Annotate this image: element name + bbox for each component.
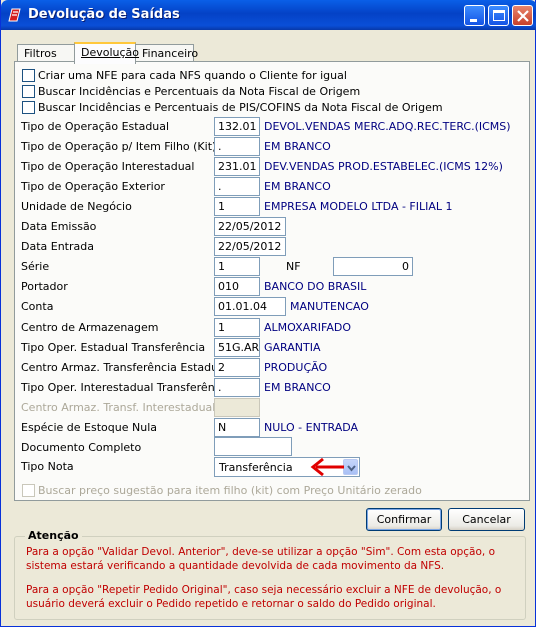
tipo-op-interestadual-label: Tipo de Operação Interestadual [21,160,195,173]
conta-label: Conta [21,300,54,313]
nf-input[interactable]: 0 [333,257,413,276]
dialog-window: Devolução de Saídas Filtros Devolução Fi… [0,0,536,627]
buscar-pis-cofins-checkbox[interactable] [22,101,35,114]
documento-completo-input[interactable] [214,437,292,456]
tipo-oper-est-transf-label: Tipo Oper. Estadual Transferência [21,341,206,354]
tipo-oper-inter-transf-desc: EM BRANCO [264,381,331,394]
data-entrada-input[interactable]: 22/05/2012 [214,237,286,256]
close-icon [517,10,529,22]
criar-nfe-label: Criar uma NFE para cada NFS quando o Cli… [38,69,347,82]
data-entrada-label: Data Entrada [21,240,94,253]
unidade-negocio-input[interactable]: 1 [214,197,260,216]
unidade-negocio-desc: EMPRESA MODELO LTDA - FILIAL 1 [264,200,453,213]
portador-input[interactable]: 010 [214,277,260,296]
buscar-preco-sugestao-label: Buscar preço sugestão para item filho (k… [38,484,422,497]
centro-armaz-transf-est-label: Centro Armaz. Transferência Estadual [21,361,228,374]
centro-armazenagem-label: Centro de Armazenagem [21,321,159,334]
buscar-incidencias-checkbox[interactable] [22,85,35,98]
conta-desc: MANUTENCAO [290,300,369,313]
centro-armazenagem-input[interactable]: 1 [214,318,260,337]
window-title: Devolução de Saídas [28,7,180,22]
maximize-button[interactable] [488,5,509,26]
especie-estoque-nula-desc: NULO - ENTRADA [264,421,359,434]
portador-desc: BANCO DO BRASIL [264,280,367,293]
attention-text-1: Para a opção "Validar Devol. Anterior", … [26,546,496,572]
centro-armaz-transf-inter-label: Centro Armaz. Transf. Interestadual [21,401,216,414]
tipo-oper-inter-transf-label: Tipo Oper. Interestadual Transferência [21,381,231,394]
cancel-button[interactable]: Cancelar [448,508,525,531]
tipo-op-estadual-input[interactable]: 132.01 [214,117,260,136]
minimize-button[interactable] [464,5,485,26]
serie-label: Série [21,260,50,273]
conta-input[interactable]: 01.01.04 [214,297,286,316]
documento-completo-label: Documento Completo [21,441,142,454]
tipo-op-item-filho-label: Tipo de Operação p/ Item Filho (Kit) [21,140,217,153]
centro-armazenagem-desc: ALMOXARIFADO [264,321,352,334]
serie-input[interactable]: 1 [214,257,260,276]
tipo-op-estadual-label: Tipo de Operação Estadual [21,120,170,133]
tipo-nota-value: Transferência [219,461,293,474]
title-bar[interactable]: Devolução de Saídas [1,0,536,30]
data-emissao-label: Data Emissão [21,220,97,233]
tipo-nota-label: Tipo Nota [21,460,74,473]
tipo-op-exterior-desc: EM BRANCO [264,180,331,193]
tab-devolucao[interactable]: Devolução [74,42,139,64]
portador-label: Portador [21,280,68,293]
tipo-op-interestadual-desc: DEV.VENDAS PROD.ESTABELEC.(ICMS 12%) [264,160,503,173]
criar-nfe-checkbox[interactable] [22,69,35,82]
centro-armaz-transf-est-desc: PRODUÇÃO [264,361,328,374]
tipo-oper-est-transf-desc: GARANTIA [264,341,321,354]
app-icon [8,8,21,22]
data-emissao-input[interactable]: 22/05/2012 [214,217,286,236]
tipo-op-estadual-desc: DEVOL.VENDAS MERC.ADQ.REC.TERC.(ICMS) [264,120,511,133]
buscar-incidencias-label: Buscar Incidências e Percentuais da Nota… [38,85,361,98]
attention-title: Atenção [25,529,82,542]
nf-label: NF [286,260,301,273]
buscar-pis-cofins-label: Buscar Incidências e Percentuais de PIS/… [38,101,443,114]
minimize-icon [470,19,477,22]
tipo-op-item-filho-desc: EM BRANCO [264,140,331,153]
tipo-oper-inter-transf-input[interactable]: . [214,378,260,397]
maximize-icon [493,10,505,21]
red-arrow-icon [310,457,344,477]
buscar-preco-sugestao-checkbox [22,484,35,497]
tipo-oper-est-transf-input[interactable]: 51G.AR [214,338,260,357]
attention-box: Atenção Para a opção "Validar Devol. Ant… [14,529,526,620]
chevron-down-icon [347,465,356,472]
close-button[interactable] [512,5,533,26]
especie-estoque-nula-input[interactable]: N [214,418,260,437]
centro-armaz-transf-inter-input [214,398,260,417]
attention-text-2: Para a opção "Repetir Pedido Original", … [26,584,502,610]
especie-estoque-nula-label: Espécie de Estoque Nula [21,421,157,434]
tipo-op-exterior-label: Tipo de Operação Exterior [21,180,165,193]
centro-armaz-transf-est-input[interactable]: 2 [214,358,260,377]
unidade-negocio-label: Unidade de Negócio [21,200,132,213]
confirm-button[interactable]: Confirmar [366,508,442,531]
tipo-op-interestadual-input[interactable]: 231.01 [214,157,260,176]
tipo-op-item-filho-input[interactable]: . [214,137,260,156]
tipo-op-exterior-input[interactable]: . [214,177,260,196]
